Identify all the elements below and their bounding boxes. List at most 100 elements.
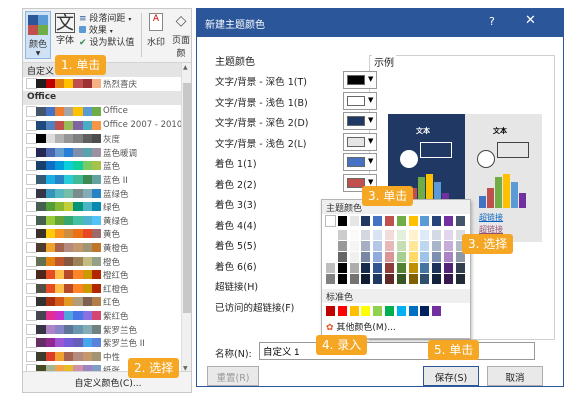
- theme-list-label: 紫红色: [103, 312, 129, 322]
- theme-list-item[interactable]: 黄橙色: [23, 241, 181, 255]
- standard-color-cell[interactable]: [408, 306, 418, 316]
- color-cell[interactable]: [385, 263, 394, 273]
- swatch-strip: [25, 78, 101, 89]
- color-picker-button[interactable]: ▼: [343, 153, 377, 171]
- theme-list-item[interactable]: 红橙色: [23, 282, 181, 296]
- color-cell[interactable]: [455, 263, 465, 273]
- color-picker-button[interactable]: ▼: [343, 91, 377, 110]
- standard-color-cell[interactable]: [385, 306, 394, 316]
- color-cell[interactable]: [385, 252, 394, 262]
- color-cell[interactable]: [385, 230, 394, 240]
- colors-icon: [28, 15, 48, 35]
- theme-list-item[interactable]: 紫罗兰色: [23, 323, 181, 337]
- sample-title: 示例: [372, 54, 396, 69]
- theme-color-row: 着色 6(6): [215, 256, 385, 274]
- color-cell[interactable]: [444, 274, 453, 284]
- reset-button[interactable]: 重置(R): [207, 366, 259, 386]
- color-cell[interactable]: [385, 241, 394, 251]
- color-cell[interactable]: [385, 274, 394, 284]
- colors-button[interactable]: 颜色 ▼: [25, 11, 51, 59]
- color-cell[interactable]: [432, 230, 442, 240]
- standard-color-cell[interactable]: [420, 306, 430, 316]
- scrollbar[interactable]: ▲ ▼: [181, 63, 191, 375]
- cancel-button[interactable]: 取消: [487, 366, 543, 386]
- scroll-up-icon[interactable]: ▲: [183, 64, 188, 71]
- color-cell[interactable]: [444, 216, 453, 226]
- theme-list-label: 蓝色: [103, 162, 121, 173]
- chevron-down-icon: ▼: [368, 177, 374, 186]
- color-cell[interactable]: [444, 263, 453, 273]
- name-input[interactable]: [259, 342, 535, 360]
- color-picker-button[interactable]: ▼: [343, 71, 377, 89]
- help-button[interactable]: ?: [489, 15, 495, 28]
- fonts-button[interactable]: 文 字体: [54, 13, 76, 57]
- color-cell[interactable]: [420, 241, 430, 251]
- theme-list-item[interactable]: 蓝色 II: [23, 173, 181, 187]
- theme-list-item[interactable]: 橙色: [23, 255, 181, 269]
- color-cell[interactable]: [408, 263, 418, 273]
- color-cell[interactable]: [432, 274, 442, 284]
- theme-list-item[interactable]: 紫红色: [23, 309, 181, 323]
- standard-color-cell[interactable]: [432, 306, 442, 316]
- sample-link-light: 超链接: [479, 213, 503, 222]
- callout-step5: 5. 单击: [428, 340, 480, 360]
- color-cell[interactable]: [396, 241, 406, 251]
- color-cell[interactable]: [444, 241, 453, 251]
- theme-list-item[interactable]: 紫罗兰色 II: [23, 336, 181, 350]
- color-cell[interactable]: [455, 274, 465, 284]
- theme-list-item[interactable]: 橙红色: [23, 268, 181, 282]
- color-cell[interactable]: [408, 216, 418, 226]
- color-cell[interactable]: [408, 241, 418, 251]
- color-cell[interactable]: [408, 230, 418, 240]
- color-cell[interactable]: [396, 230, 406, 240]
- color-cell[interactable]: [408, 274, 418, 284]
- close-button[interactable]: ✕: [525, 13, 536, 28]
- callout-step2: 2. 选择: [128, 358, 180, 378]
- color-swatch: [347, 95, 365, 106]
- theme-list-label: 紫罗兰色: [103, 325, 138, 336]
- theme-list-item[interactable]: 黄色: [23, 227, 181, 241]
- theme-list-item[interactable]: 红色: [23, 295, 181, 309]
- theme-list-item[interactable]: 蓝色: [23, 159, 181, 173]
- standard-color-cell[interactable]: [396, 306, 406, 316]
- swatch-strip: [25, 255, 101, 267]
- more-colors-button[interactable]: ✿ 其他颜色(M)...: [326, 320, 396, 333]
- save-button[interactable]: 保存(S): [423, 366, 479, 386]
- watermark-icon: A: [149, 13, 163, 31]
- theme-list-item[interactable]: 灰度: [23, 132, 181, 146]
- color-cell[interactable]: [385, 216, 394, 226]
- color-picker-button[interactable]: ▼: [343, 132, 377, 151]
- watermark-button[interactable]: A 水印: [145, 13, 167, 57]
- scroll-thumb[interactable]: [183, 83, 191, 313]
- theme-list-item[interactable]: Office 2007 - 2010: [23, 119, 182, 133]
- theme-list-item[interactable]: 黄绿色: [23, 214, 181, 228]
- color-cell[interactable]: [408, 252, 418, 262]
- sample-bar: [511, 182, 518, 208]
- color-cell[interactable]: [420, 216, 430, 226]
- page-color-button[interactable]: ◇ 页面颜: [169, 13, 191, 57]
- color-cell[interactable]: [432, 241, 442, 251]
- color-picker-button[interactable]: ▼: [343, 112, 377, 130]
- theme-list-item[interactable]: 蓝色暖调: [23, 146, 181, 160]
- color-cell[interactable]: [396, 274, 406, 284]
- color-cell[interactable]: [420, 263, 430, 273]
- set-default-button[interactable]: ✔ 设为默认值: [79, 35, 134, 48]
- sample-text-dark: 文本: [416, 127, 430, 135]
- theme-list-item[interactable]: 蓝绿色: [23, 187, 181, 201]
- color-cell[interactable]: [420, 252, 430, 262]
- color-cell[interactable]: [396, 263, 406, 273]
- theme-list-item[interactable]: 绿色: [23, 200, 181, 214]
- color-cell[interactable]: [432, 263, 442, 273]
- custom-theme-item[interactable]: 热烈喜庆: [23, 77, 181, 91]
- theme-list-item[interactable]: Office: [23, 105, 181, 119]
- color-cell[interactable]: [432, 252, 442, 262]
- color-cell[interactable]: [432, 216, 442, 226]
- color-cell[interactable]: [444, 230, 453, 240]
- color-cell[interactable]: [444, 252, 453, 262]
- color-cell[interactable]: [396, 216, 406, 226]
- color-cell[interactable]: [396, 252, 406, 262]
- color-cell[interactable]: [420, 230, 430, 240]
- color-cell[interactable]: [420, 274, 430, 284]
- office-section-header: Office: [23, 91, 181, 105]
- color-cell[interactable]: [455, 216, 465, 226]
